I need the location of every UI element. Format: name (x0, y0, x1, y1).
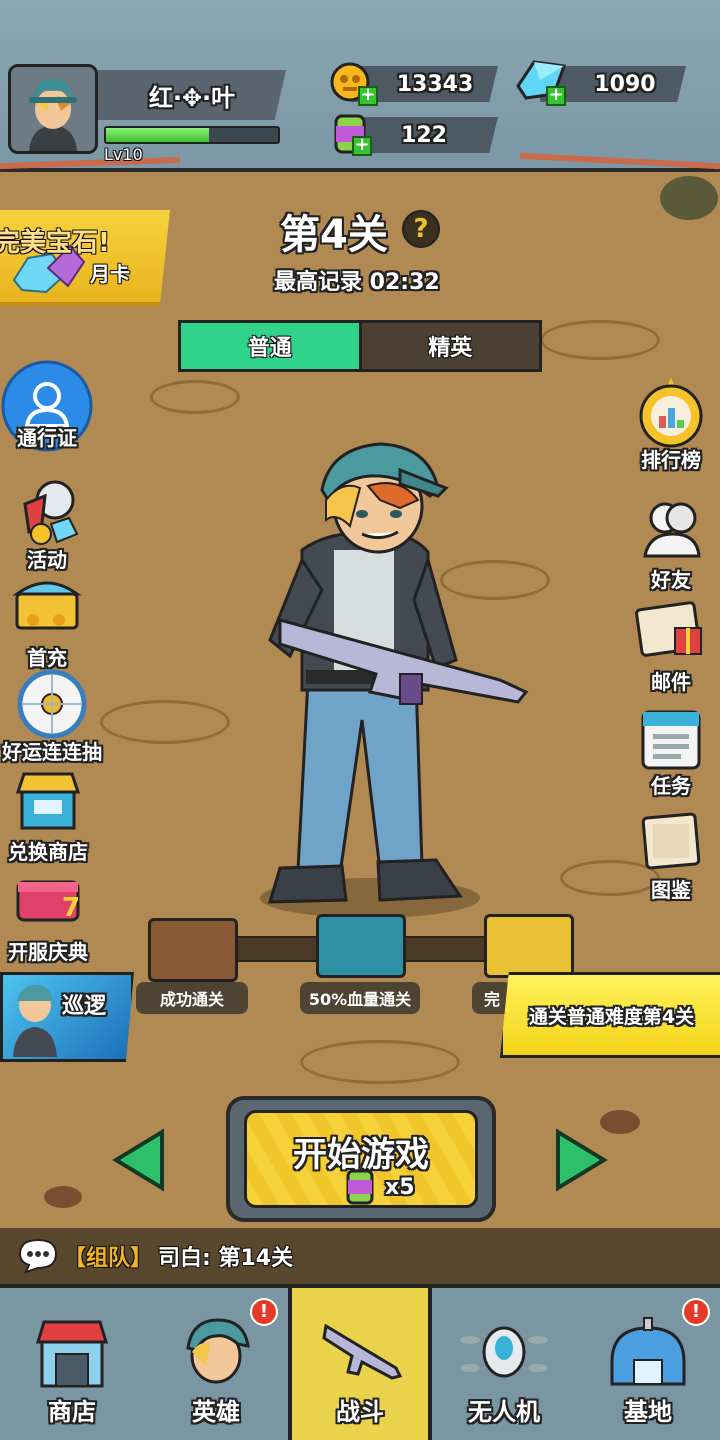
player-name-bar: 红·✥·叶 (98, 70, 286, 120)
treasure-chest-icon (11, 574, 83, 646)
mail-icon (635, 598, 707, 670)
nav-label: 英雄 (192, 1398, 240, 1426)
chest-reward-1[interactable] (148, 918, 238, 982)
sidebar-item-pass[interactable]: 通行证 (0, 360, 102, 452)
codex-icon (635, 806, 707, 878)
sidebar-item-label: 活动 (27, 548, 67, 572)
ground-crater (300, 1040, 460, 1084)
energy-amount: 122 (401, 122, 447, 148)
notification-badge: ! (250, 1298, 278, 1326)
friends-icon (635, 496, 707, 568)
xp-bar-fill (106, 128, 210, 142)
sidebar-item-label: 邮件 (651, 670, 691, 694)
nav-label: 商店 (48, 1398, 96, 1426)
sidebar-item-friends[interactable]: 好友 (616, 496, 720, 593)
sidebar-item-mail[interactable]: 邮件 (616, 598, 720, 695)
sidebar-item-label: 首充 (27, 646, 67, 670)
base-dome-icon (610, 1317, 686, 1386)
sidebar-item-exchange-shop[interactable]: 兑换商店 (0, 768, 104, 865)
task-calendar-icon (635, 702, 707, 774)
ground-crater (540, 320, 660, 360)
best-record: 最高记录 02:32 (274, 270, 440, 295)
nav-hero[interactable]: 英雄 ! (144, 1288, 288, 1440)
next-stage-arrow-icon[interactable] (554, 1128, 608, 1192)
ground-bush (660, 176, 718, 220)
gift-cone-icon (11, 476, 83, 548)
add-gold-button[interactable]: + (358, 86, 378, 106)
sidebar-item-events[interactable]: 活动 (0, 476, 102, 573)
start-button-face: 开始游戏 x5 (244, 1110, 478, 1208)
nav-drone[interactable]: 无人机 (432, 1288, 576, 1440)
sidebar-item-label: 好运连连抽 (2, 740, 102, 764)
patrol-label: 巡逻 (62, 994, 107, 1019)
nav-label: 无人机 (468, 1398, 540, 1426)
sidebar-item-tasks[interactable]: 任务 (616, 702, 720, 799)
sidebar-item-label: 任务 (651, 774, 691, 798)
energy-counter: 122 (352, 117, 498, 153)
nav-label: 战斗 (336, 1398, 384, 1426)
stage-goal-text: 通关普通难度第4关 (528, 1005, 695, 1028)
ground-rock (44, 1186, 82, 1208)
stage-title: 第4关 (280, 212, 388, 258)
player-avatar[interactable] (8, 64, 98, 154)
drone-icon (460, 1326, 548, 1378)
hero-character (250, 430, 540, 920)
tab-elite[interactable]: 精英 (358, 323, 539, 369)
chest-reward-3[interactable] (484, 914, 574, 978)
svg-text:7: 7 (62, 893, 80, 923)
chest-label: 成功通关 (136, 982, 248, 1014)
nav-label: 基地 (624, 1398, 672, 1426)
player-name: 红·✥·叶 (148, 83, 236, 112)
sidebar-item-first-recharge[interactable]: 首充 (0, 574, 102, 671)
nav-base[interactable]: 基地 ! (576, 1288, 720, 1440)
nav-battle[interactable]: 战斗 (288, 1288, 432, 1440)
shop-icon (35, 1320, 109, 1388)
nav-shop[interactable]: 商店 (0, 1288, 144, 1440)
help-icon[interactable]: ? (402, 210, 440, 248)
sidebar-item-label: 兑换商店 (8, 840, 88, 864)
chest-label: 50%血量通关 (300, 982, 420, 1014)
ground-crater (100, 700, 230, 744)
tab-elite-label: 精英 (428, 336, 473, 361)
gold-amount: 13343 (396, 71, 474, 97)
ground-crater (150, 380, 240, 414)
player-level: Lv10 (104, 145, 143, 164)
chat-bar[interactable]: 【组队】 司白: 第14关 (0, 1228, 720, 1284)
chat-bubble-icon (18, 1238, 58, 1274)
sidebar-item-launch-celebration[interactable]: 7 开服庆典 (0, 868, 104, 965)
sidebar-item-lucky-draw[interactable]: 好运连连抽 (0, 668, 112, 765)
add-energy-button[interactable]: + (352, 136, 372, 156)
shop-stall-icon (12, 768, 84, 840)
add-diamond-button[interactable]: + (546, 86, 566, 106)
sidebar-item-label: 开服庆典 (8, 940, 88, 964)
promo-headline: 完美宝石! (0, 228, 110, 258)
promo-subtitle: 月卡 (90, 262, 130, 286)
diamond-amount: 1090 (594, 71, 656, 97)
start-game-button[interactable]: 开始游戏 x5 (226, 1096, 496, 1222)
tab-normal-label: 普通 (247, 336, 292, 361)
chat-channel-tag: 【组队】 (64, 1246, 153, 1271)
tab-normal[interactable]: 普通 (181, 323, 359, 369)
energy-can-icon (346, 1169, 374, 1205)
difficulty-tabs: 普通 精英 (178, 320, 542, 372)
prev-stage-arrow-icon[interactable] (112, 1128, 166, 1192)
hero-icon (186, 1318, 250, 1384)
chest-reward-2[interactable] (316, 914, 406, 978)
stage-goal-banner: 通关普通难度第4关 (500, 972, 720, 1058)
celebration-box-icon: 7 (12, 868, 84, 940)
sidebar-item-label: 图鉴 (651, 878, 691, 902)
trophy-icon (635, 376, 707, 448)
bottom-navigation: 商店 英雄 ! 战斗 无人机 基地 ! (0, 1284, 720, 1440)
xp-bar (104, 126, 280, 144)
rifle-icon (322, 1323, 403, 1380)
sidebar-item-leaderboard[interactable]: 排行榜 (616, 376, 720, 473)
chat-message: 司白: 第14关 (158, 1246, 294, 1271)
notification-badge: ! (682, 1298, 710, 1326)
wheel-icon (16, 668, 88, 740)
sidebar-item-label: 好友 (651, 568, 691, 592)
start-cost: x5 (385, 1175, 415, 1200)
sidebar-item-codex[interactable]: 图鉴 (616, 806, 720, 903)
